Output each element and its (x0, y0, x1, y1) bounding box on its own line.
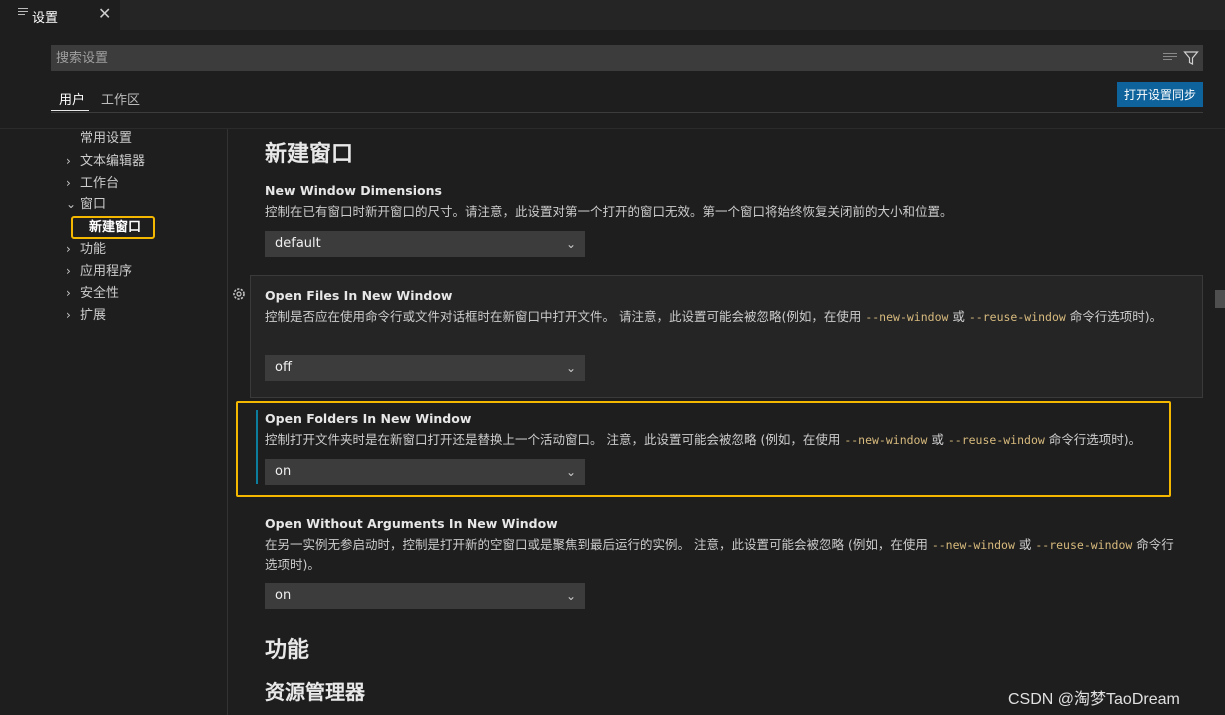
open-folders-in-new-window-select[interactable]: on ⌄ (265, 459, 585, 485)
new-window-dimensions-select[interactable]: default ⌄ (265, 231, 585, 257)
tab-user-underline (51, 110, 89, 111)
editor-tab-bar: 设置 ✕ (0, 0, 1225, 30)
watermark: CSDN @淘梦TaoDream (1008, 691, 1180, 708)
code-new-window: --new-window (844, 433, 928, 447)
open-files-in-new-window-select[interactable]: off ⌄ (265, 355, 585, 381)
toc-item-window[interactable]: ⌄ 窗口 (66, 194, 106, 214)
toc-item-label: 常用设置 (80, 131, 133, 146)
chevron-down-icon: ⌄ (565, 589, 576, 603)
toc-item-common[interactable]: 常用设置 (66, 129, 132, 149)
toc-item-label: 扩展 (80, 308, 107, 323)
settings-lines-icon (18, 8, 28, 20)
search-box (51, 45, 1203, 71)
toc-item-extensions[interactable]: › 扩展 (66, 305, 106, 325)
chevron-right-icon: › (66, 286, 71, 300)
settings-tab-label: 设置 (32, 11, 59, 26)
desc-text: 或 (1014, 537, 1036, 552)
settings-tab[interactable]: 设置 ✕ (0, 0, 120, 30)
desc-text: 在另一实例无参启动时，控制是打开新的空窗口或是聚焦到最后运行的实例。 注意，此设… (265, 537, 932, 552)
desc-text: 命令行选项时)。 (1065, 309, 1163, 324)
tab-workspace[interactable]: 工作区 (101, 89, 140, 108)
setting-description: 控制是否应在使用命令行或文件对话框时在新窗口中打开文件。 请注意，此设置可能会被… (265, 307, 1185, 327)
toc-item-text-editor[interactable]: › 文本编辑器 (66, 151, 145, 171)
filter-icon[interactable] (1183, 50, 1199, 66)
toc-item-label: 应用程序 (80, 264, 133, 279)
desc-text: 或 (948, 309, 969, 324)
scope-divider (51, 112, 1203, 113)
code-reuse-window: --reuse-window (1035, 538, 1133, 552)
body-divider (0, 128, 1225, 129)
chevron-down-icon: ⌄ (565, 465, 576, 479)
section-title-new-window: 新建窗口 (265, 142, 354, 167)
setting-title: New Window Dimensions (265, 183, 442, 198)
toc-item-workbench[interactable]: › 工作台 (66, 173, 119, 193)
modified-indicator (256, 410, 258, 484)
desc-text: 控制是否应在使用命令行或文件对话框时在新窗口中打开文件。 请注意，此设置可能会被… (265, 309, 866, 324)
clear-filter-icon[interactable] (1163, 53, 1177, 63)
setting-title: Open Files In New Window (265, 288, 453, 303)
chevron-right-icon: › (66, 154, 71, 168)
toc-item-new-window[interactable]: 新建窗口 (71, 216, 155, 239)
section-title-features: 功能 (265, 638, 310, 663)
subsection-title-explorer: 资源管理器 (265, 680, 365, 704)
chevron-down-icon: ⌄ (66, 197, 77, 211)
desc-text: 命令行选项时)。 (1044, 432, 1142, 447)
setting-description: 控制在已有窗口时新开窗口的尺寸。请注意，此设置对第一个打开的窗口无效。第一个窗口… (265, 204, 953, 219)
toc-item-security[interactable]: › 安全性 (66, 283, 119, 303)
toc-item-label: 功能 (80, 242, 107, 257)
tab-user[interactable]: 用户 (59, 89, 85, 108)
turn-on-settings-sync-button[interactable]: 打开设置同步 (1117, 82, 1203, 107)
setting-description: 控制打开文件夹时是在新窗口打开还是替换上一个活动窗口。 注意，此设置可能会被忽略… (265, 430, 1185, 450)
open-without-arguments-select[interactable]: on ⌄ (265, 583, 585, 609)
desc-text: 或 (927, 432, 948, 447)
chevron-right-icon: › (66, 308, 71, 322)
toc-item-label: 工作台 (80, 176, 120, 191)
setting-description: 在另一实例无参启动时，控制是打开新的空窗口或是聚焦到最后运行的实例。 注意，此设… (265, 535, 1185, 575)
select-value: on (275, 464, 292, 479)
setting-title: Open Folders In New Window (265, 411, 472, 426)
desc-text: 控制打开文件夹时是在新窗口打开还是替换上一个活动窗口。 注意，此设置可能会被忽略… (265, 432, 845, 447)
code-reuse-window: --reuse-window (947, 433, 1045, 447)
toc-item-application[interactable]: › 应用程序 (66, 261, 132, 281)
toc-item-label: 文本编辑器 (80, 154, 146, 169)
chevron-down-icon: ⌄ (565, 237, 576, 251)
chevron-right-icon: › (66, 264, 71, 278)
toc-item-features[interactable]: › 功能 (66, 239, 106, 259)
close-icon[interactable]: ✕ (98, 5, 111, 23)
select-value: default (275, 236, 321, 251)
code-new-window: --new-window (931, 538, 1015, 552)
code-reuse-window: --reuse-window (968, 310, 1066, 324)
select-value: on (275, 588, 292, 603)
search-input[interactable] (56, 49, 1056, 67)
chevron-down-icon: ⌄ (565, 361, 576, 375)
toc-item-label: 窗口 (80, 197, 107, 212)
gear-icon[interactable] (231, 286, 247, 302)
chevron-right-icon: › (66, 242, 71, 256)
toc-sash[interactable] (227, 129, 228, 715)
scrollbar-thumb[interactable] (1215, 290, 1225, 308)
chevron-right-icon: › (66, 176, 71, 190)
select-value: off (275, 360, 292, 375)
toc-item-label: 安全性 (80, 286, 120, 301)
setting-title: Open Without Arguments In New Window (265, 516, 558, 531)
code-new-window: --new-window (865, 310, 949, 324)
